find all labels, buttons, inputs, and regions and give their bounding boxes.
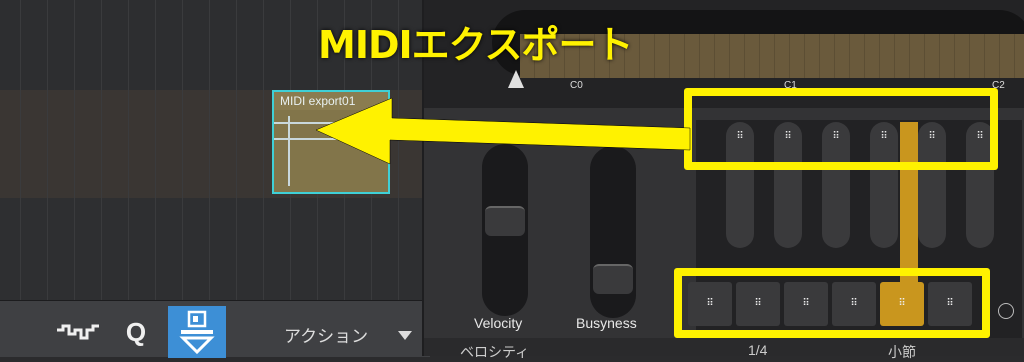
annotation-label: MIDIエクスポート bbox=[318, 23, 633, 67]
